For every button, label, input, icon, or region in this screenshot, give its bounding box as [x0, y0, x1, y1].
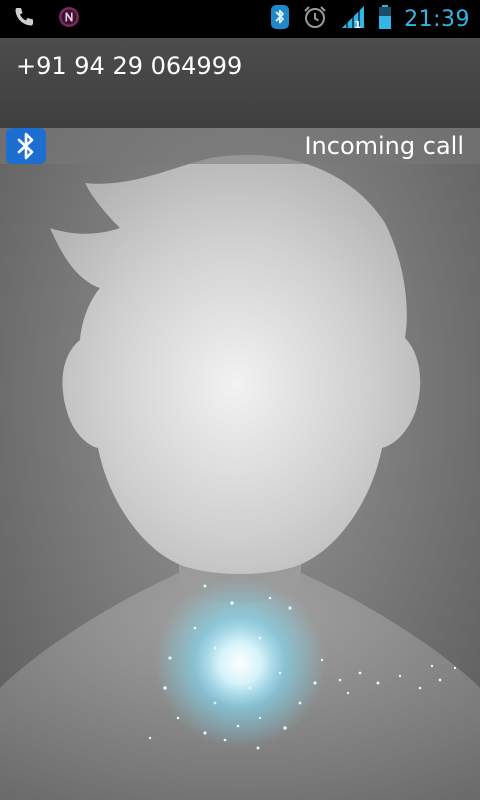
incoming-call-screen: 1 21:39 +91 94 29 064999 Incoming call [0, 0, 480, 800]
battery-icon [378, 4, 392, 34]
status-bar-system: 1 21:39 [270, 0, 470, 38]
signal-sim-label: 1 [354, 20, 362, 31]
caller-number: +91 94 29 064999 [16, 52, 243, 80]
bluetooth-audio-icon[interactable] [6, 128, 46, 164]
caller-header: +91 94 29 064999 [0, 38, 480, 128]
signal-icon: 1 [340, 4, 366, 34]
alarm-icon [302, 4, 328, 34]
phone-icon [12, 5, 36, 33]
status-bar: 1 21:39 [0, 0, 480, 38]
contact-photo [0, 128, 480, 800]
call-state-label: Incoming call [304, 132, 464, 160]
status-time: 21:39 [404, 6, 470, 32]
bluetooth-icon [270, 4, 290, 34]
status-bar-notifications [12, 6, 80, 32]
sparkle-glow-icon[interactable] [0, 128, 480, 800]
n-notification-icon [58, 6, 80, 32]
call-status-strip: Incoming call [0, 128, 480, 164]
